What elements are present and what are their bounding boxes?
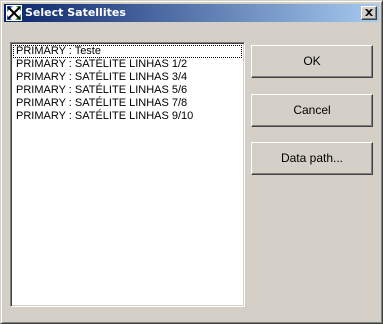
satellite-listbox[interactable]: PRIMARY : Teste PRIMARY : SATÉLITE LINHA…: [10, 42, 245, 307]
close-icon: [365, 9, 373, 16]
data-path-button[interactable]: Data path...: [251, 142, 373, 175]
title-bar[interactable]: Select Satellites: [4, 4, 379, 22]
list-item[interactable]: PRIMARY : Teste: [13, 45, 242, 58]
ok-button[interactable]: OK: [251, 45, 373, 78]
list-item[interactable]: PRIMARY : SATÉLITE LINHAS 3/4: [13, 71, 242, 84]
select-satellites-dialog: Select Satellites PRIMARY : Teste PRIMAR…: [0, 0, 383, 324]
list-item[interactable]: PRIMARY : SATÉLITE LINHAS 5/6: [13, 84, 242, 97]
app-icon: [6, 5, 22, 21]
list-item[interactable]: PRIMARY : SATÉLITE LINHAS 7/8: [13, 97, 242, 110]
window-title: Select Satellites: [25, 6, 126, 19]
list-item[interactable]: PRIMARY : SATÉLITE LINHAS 1/2: [13, 58, 242, 71]
list-item[interactable]: PRIMARY : SATÉLITE LINHAS 9/10: [13, 110, 242, 123]
cancel-button[interactable]: Cancel: [251, 94, 373, 127]
close-button[interactable]: [361, 6, 377, 20]
